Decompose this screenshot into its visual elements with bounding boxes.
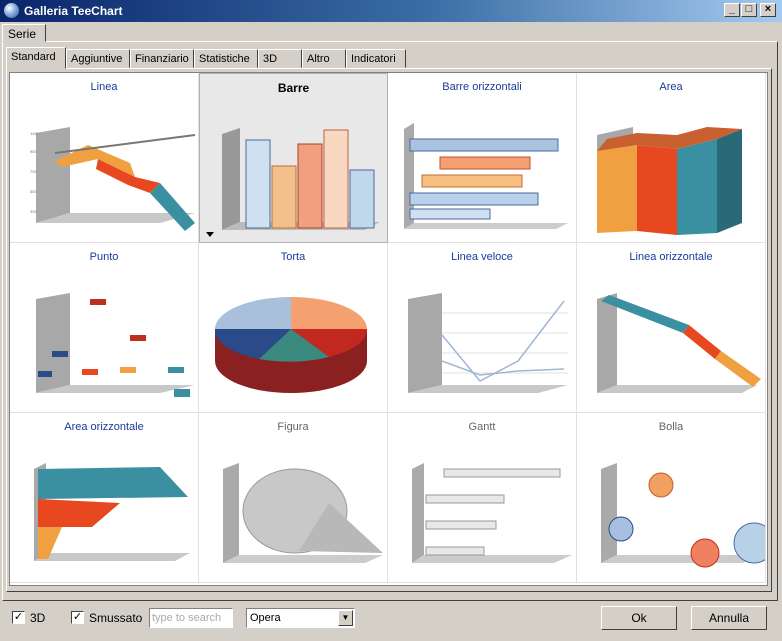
window-title: Galleria TeeChart [24,4,123,18]
theme-select[interactable]: Opera ▼ [246,608,355,628]
gallery-item-area[interactable]: Area [577,73,766,243]
search-input[interactable]: type to search [149,608,233,628]
gallery-item-torta[interactable]: Torta [199,243,388,413]
bar-chart-icon [206,128,380,237]
pie-chart-icon [214,297,368,393]
horizontal-area-chart-icon [34,463,190,561]
tab-3d[interactable]: 3D [258,49,302,68]
horizontal-line-chart-icon [597,293,761,393]
horizontal-bar-chart-icon [404,123,568,229]
theme-selected-value: Opera [250,612,281,624]
app-icon [4,3,19,18]
tab-aggiuntive[interactable]: Aggiuntive [66,49,130,68]
maximize-button[interactable]: □ [741,3,757,17]
tab-altro[interactable]: Altro [302,49,346,68]
gallery-item-barre-orizzontali[interactable]: Barre orizzontali [388,73,577,243]
minimize-button[interactable]: _ [724,3,740,17]
checkbox-smussato[interactable]: ✓ [71,611,84,624]
checkbox-smussato-label: Smussato [89,611,143,625]
tab-statistiche[interactable]: Statistiche [194,49,258,68]
gantt-chart-icon [412,463,572,563]
bubble-chart-icon [601,463,765,568]
svg-text:300: 300 [30,209,37,214]
svg-text:1100: 1100 [30,131,39,136]
checkbox-3d-label: 3D [30,611,46,625]
svg-text:700: 700 [30,169,37,174]
point-chart-icon [36,293,195,397]
shape-chart-icon [223,463,383,563]
tab-serie[interactable]: Serie [2,24,46,42]
gallery-item-area-orizzontale[interactable]: Area orizzontale [10,413,199,583]
tab-indicatori[interactable]: Indicatori [346,49,406,68]
gallery-item-punto[interactable]: Punto [10,243,199,413]
gallery-item-linea-veloce[interactable]: Linea veloce [388,243,577,413]
title-bar: Galleria TeeChart _ □ × [0,0,782,22]
checkbox-3d[interactable]: ✓ [12,611,25,624]
tab-finanziario[interactable]: Finanziario [130,49,194,68]
svg-text:900: 900 [30,149,37,154]
tab-standard[interactable]: Standard [6,47,66,69]
gallery-item-linea-orizzontale[interactable]: Linea orizzontale [577,243,766,413]
gallery-item-bolla[interactable]: Bolla [577,413,766,583]
area-chart-icon [597,127,742,235]
gallery-item-barre[interactable]: Barre [199,73,388,243]
line-chart-icon: 1100 900 700 500 300 [30,127,196,231]
fast-line-chart-icon [408,293,568,393]
chevron-down-icon[interactable]: ▼ [338,610,353,626]
close-button[interactable]: × [760,3,776,17]
svg-text:500: 500 [30,189,37,194]
gallery-item-gantt[interactable]: Gantt [388,413,577,583]
gallery-item-linea[interactable]: Linea 1100 900 700 500 300 [10,73,199,243]
cancel-button[interactable]: Annulla [691,606,767,630]
ok-button[interactable]: Ok [601,606,677,630]
chart-gallery: Linea 1100 900 700 500 300 Barre Barre orizz… [9,72,768,586]
gallery-item-figura[interactable]: Figura [199,413,388,583]
